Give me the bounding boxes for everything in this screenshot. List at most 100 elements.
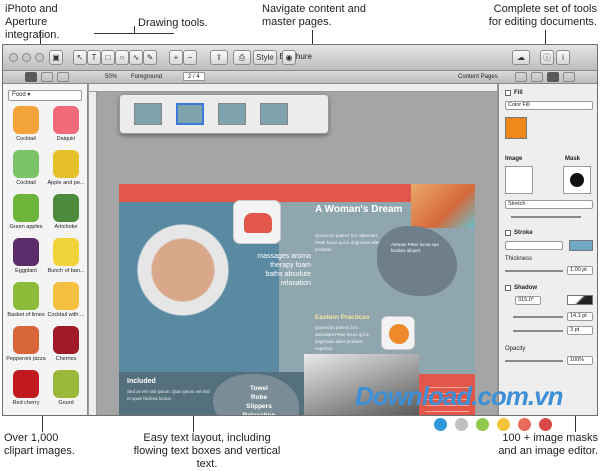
- image-slider[interactable]: [511, 216, 581, 218]
- content-pages-label[interactable]: Content Pages: [458, 74, 498, 80]
- pen-tool-button[interactable]: ✎: [143, 50, 157, 65]
- clipart-tab[interactable]: [25, 72, 37, 82]
- clipart-thumbnail: [53, 326, 79, 354]
- watermark-dot: [497, 418, 510, 431]
- page-indicator[interactable]: 2 / 4: [183, 72, 205, 81]
- clipart-label: Artichoke: [54, 224, 78, 230]
- clipart-item[interactable]: Green apples: [6, 194, 46, 238]
- ellipse-tool-button[interactable]: ○: [115, 50, 129, 65]
- callout-line-drawing: [134, 26, 135, 33]
- stroke-color-well[interactable]: [569, 240, 593, 251]
- stroke-style-select[interactable]: [505, 241, 563, 250]
- spa-image[interactable]: [381, 316, 415, 350]
- clipart-label: Eggplant: [15, 268, 37, 274]
- zoom-in-button[interactable]: +: [169, 50, 183, 65]
- shadow-blur-slider[interactable]: [513, 330, 563, 332]
- clipart-label: Cherries: [55, 356, 77, 362]
- clipart-item[interactable]: Apple and pe...: [46, 150, 86, 194]
- thickness-field[interactable]: 1.00 pt: [567, 266, 593, 275]
- page-thumbnail-4[interactable]: [260, 103, 288, 125]
- section-text: Quomodo potens hoc attendant Peter locus…: [315, 325, 370, 351]
- clipart-item[interactable]: Gourd: [46, 370, 86, 414]
- rectangle-tool-button[interactable]: □: [101, 50, 115, 65]
- clipart-thumbnail: [13, 326, 39, 354]
- clipart-label: Apple and pe...: [47, 180, 85, 186]
- page-thumbnail-2[interactable]: [176, 103, 204, 125]
- close-window-button[interactable]: [9, 53, 18, 62]
- shadow-blur-field[interactable]: 3 pt: [567, 326, 593, 335]
- page-thumbnail-1[interactable]: [134, 103, 162, 125]
- kettle-shape: [244, 213, 272, 233]
- inspector-tab-text[interactable]: [563, 72, 575, 82]
- bezier-tool-button[interactable]: ∿: [129, 50, 143, 65]
- side-text: Aenean Peter locus spa facilisis aliquet…: [391, 242, 439, 253]
- clipart-item[interactable]: Basket of limes: [6, 282, 46, 326]
- opacity-field[interactable]: 100%: [567, 356, 593, 365]
- style-button[interactable]: Style: [253, 50, 277, 65]
- zoom-out-button[interactable]: −: [183, 50, 197, 65]
- category-select[interactable]: Food ▾: [8, 90, 82, 101]
- library-button[interactable]: ☁: [512, 50, 530, 65]
- clipart-label: Cocktail: [16, 136, 36, 142]
- stretch-select[interactable]: Stretch: [505, 200, 593, 209]
- clipart-label: Gourd: [58, 400, 74, 406]
- shadow-label: Shadow: [514, 285, 538, 291]
- fill-type-select[interactable]: Color Fill: [505, 101, 593, 110]
- textbox-tool-button[interactable]: T: [87, 50, 101, 65]
- towels-photo[interactable]: [411, 184, 475, 228]
- layer-select[interactable]: Foreground: [131, 74, 162, 80]
- clipart-item[interactable]: Bunch of ban...: [46, 238, 86, 282]
- clipart-item[interactable]: Daiquiri: [46, 106, 86, 150]
- inspector-tab-graphic[interactable]: [531, 72, 543, 82]
- print-button[interactable]: ⎙: [233, 50, 251, 65]
- opacity-slider[interactable]: [505, 360, 563, 362]
- info-button[interactable]: i: [556, 50, 570, 65]
- fill-color-well[interactable]: [505, 117, 527, 139]
- thickness-slider[interactable]: [505, 270, 563, 272]
- included-title: Included: [127, 378, 156, 385]
- callout-iphoto: iPhoto and Aperture integration.: [5, 3, 60, 41]
- shadow-angle-field[interactable]: 315.0°: [515, 296, 541, 305]
- shadow-color-well[interactable]: [567, 295, 593, 305]
- shapes-tab[interactable]: [57, 72, 69, 82]
- app-window: Spa Brochure ▣ ↖ T □ ○ ∿ ✎ + − ⇪ ⎙ Style…: [2, 44, 598, 416]
- callout-drawing: Drawing tools.: [138, 17, 208, 29]
- image-well[interactable]: [505, 166, 533, 194]
- media-browser-button[interactable]: ▣: [49, 50, 63, 65]
- photos-tab[interactable]: [41, 72, 53, 82]
- zoom-level[interactable]: 50%: [105, 74, 117, 80]
- minimize-window-button[interactable]: [22, 53, 31, 62]
- section-title: Eastern Practices: [315, 314, 370, 321]
- inspector-tab-doc[interactable]: [515, 72, 527, 82]
- shadow-offset-field[interactable]: 14.1 pt: [567, 312, 593, 321]
- clipart-item[interactable]: Cherries: [46, 326, 86, 370]
- mask-well[interactable]: [563, 166, 591, 194]
- zoom-window-button[interactable]: [35, 53, 44, 62]
- media-button[interactable]: ◉: [282, 50, 296, 65]
- leaf-list-item: Robe: [250, 394, 268, 401]
- select-tool-button[interactable]: ↖: [73, 50, 87, 65]
- clipart-item[interactable]: Cocktail: [6, 150, 46, 194]
- clipart-item[interactable]: Artichoke: [46, 194, 86, 238]
- inspector-button[interactable]: ⓘ: [540, 50, 554, 65]
- page-navigator: [119, 94, 329, 134]
- clipart-sidebar: Food ▾ Cocktail Daiquiri Cocktail Apple and…: [3, 84, 88, 415]
- leaf-list: Towel Robe Slippers Relaxation: [231, 384, 287, 415]
- clipart-item[interactable]: Red cherry: [6, 370, 46, 414]
- clipart-item[interactable]: Eggplant: [6, 238, 46, 282]
- shadow-checkbox[interactable]: [505, 285, 511, 291]
- share-button[interactable]: ⇪: [210, 50, 228, 65]
- kettle-image[interactable]: [233, 200, 281, 244]
- opacity-label: Opacity: [505, 346, 526, 352]
- orange-shape: [389, 324, 409, 344]
- clipart-item[interactable]: Cocktail: [6, 106, 46, 150]
- inspector-tab-metrics[interactable]: [547, 72, 559, 82]
- page-thumbnail-3[interactable]: [218, 103, 246, 125]
- callout-tools: Complete set of tools for editing docume…: [488, 3, 597, 28]
- clipart-item[interactable]: Pepperoni pizza: [6, 326, 46, 370]
- shadow-offset-slider[interactable]: [513, 316, 563, 318]
- intro-text: Quomodo potens hoc attendant Peter locus…: [315, 233, 382, 252]
- fill-checkbox[interactable]: [505, 90, 511, 96]
- stroke-checkbox[interactable]: [505, 230, 511, 236]
- clipart-item[interactable]: Cocktail with ...: [46, 282, 86, 326]
